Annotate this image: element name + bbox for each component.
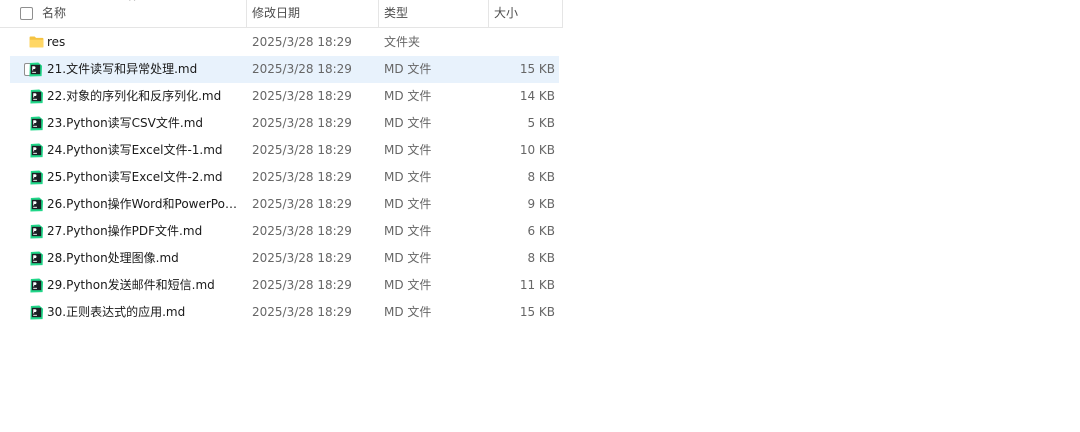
select-all-checkbox[interactable]	[20, 7, 33, 20]
file-modified-date: 2025/3/28 18:29	[252, 251, 352, 265]
file-size: 8 KB	[527, 251, 555, 265]
file-row[interactable]: 29.Python发送邮件和短信.md 2025/3/28 18:29 MD 文件 1…	[0, 272, 563, 299]
md-file-icon	[30, 116, 44, 131]
file-row[interactable]: 25.Python读写Excel文件-2.md 2025/3/28 18:29 MD…	[0, 164, 563, 191]
file-name: res	[47, 35, 66, 49]
file-type: MD 文件	[384, 305, 432, 319]
file-modified-date: 2025/3/28 18:29	[252, 116, 352, 130]
column-divider[interactable]	[488, 0, 489, 27]
file-type: MD 文件	[384, 170, 432, 184]
md-file-icon	[30, 278, 44, 293]
file-modified-date: 2025/3/28 18:29	[252, 62, 352, 76]
file-type: MD 文件	[384, 251, 432, 265]
column-type-header[interactable]: 类型	[384, 0, 484, 27]
file-size: 10 KB	[519, 143, 555, 157]
column-name-header[interactable]: 名称	[42, 0, 242, 27]
file-type: MD 文件	[384, 116, 432, 130]
file-name: 25.Python读写Excel文件-2.md	[47, 170, 223, 184]
file-row[interactable]: res 2025/3/28 18:29 文件夹	[0, 29, 563, 56]
md-file-icon	[30, 89, 44, 104]
file-size: 8 KB	[527, 170, 555, 184]
file-size: 5 KB	[527, 116, 555, 130]
md-file-icon	[30, 251, 44, 266]
file-name: 23.Python读写CSV文件.md	[47, 116, 204, 130]
file-modified-date: 2025/3/28 18:29	[252, 89, 352, 103]
file-name: 26.Python操作Word和PowerPoint...	[47, 197, 237, 211]
file-name: 22.对象的序列化和反序列化.md	[47, 89, 222, 103]
file-row[interactable]: 26.Python操作Word和PowerPoint... 2025/3/28 1…	[0, 191, 563, 218]
file-name: 21.文件读写和异常处理.md	[47, 62, 198, 76]
file-name: 27.Python操作PDF文件.md	[47, 224, 203, 238]
column-name-label: 名称	[42, 6, 67, 20]
file-modified-date: 2025/3/28 18:29	[252, 278, 352, 292]
file-type: MD 文件	[384, 224, 432, 238]
file-size: 15 KB	[519, 62, 555, 76]
column-divider[interactable]	[562, 0, 563, 27]
md-file-icon	[30, 224, 44, 239]
md-file-icon	[30, 170, 44, 185]
column-modified-label: 修改日期	[252, 6, 301, 20]
file-row[interactable]: 22.对象的序列化和反序列化.md 2025/3/28 18:29 MD 文件 14 …	[0, 83, 563, 110]
column-type-label: 类型	[384, 6, 409, 20]
file-row[interactable]: 23.Python读写CSV文件.md 2025/3/28 18:29 MD 文件 5…	[0, 110, 563, 137]
column-divider[interactable]	[378, 0, 379, 27]
file-size: 14 KB	[519, 89, 555, 103]
column-divider[interactable]	[246, 0, 247, 27]
file-modified-date: 2025/3/28 18:29	[252, 224, 352, 238]
file-type: MD 文件	[384, 143, 432, 157]
md-file-icon	[30, 305, 44, 320]
file-row[interactable]: 21.文件读写和异常处理.md 2025/3/28 18:29 MD 文件 15 KB	[10, 56, 559, 83]
column-size-label: 大小	[494, 6, 519, 20]
file-type: MD 文件	[384, 278, 432, 292]
folder-icon	[29, 36, 44, 48]
file-type: MD 文件	[384, 197, 432, 211]
column-modified-header[interactable]: 修改日期	[252, 0, 372, 27]
file-row[interactable]: 28.Python处理图像.md 2025/3/28 18:29 MD 文件 8 KB	[0, 245, 563, 272]
file-size: 9 KB	[527, 197, 555, 211]
file-modified-date: 2025/3/28 18:29	[252, 35, 352, 49]
file-modified-date: 2025/3/28 18:29	[252, 170, 352, 184]
file-modified-date: 2025/3/28 18:29	[252, 197, 352, 211]
file-row[interactable]: 24.Python读写Excel文件-1.md 2025/3/28 18:29 MD…	[0, 137, 563, 164]
column-size-header[interactable]: 大小	[494, 0, 554, 27]
file-name: 28.Python处理图像.md	[47, 251, 179, 265]
file-row[interactable]: 30.正则表达式的应用.md 2025/3/28 18:29 MD 文件 15 KB	[0, 299, 563, 326]
file-modified-date: 2025/3/28 18:29	[252, 305, 352, 319]
file-name: 30.正则表达式的应用.md	[47, 305, 186, 319]
file-modified-date: 2025/3/28 18:29	[252, 143, 352, 157]
file-type: MD 文件	[384, 89, 432, 103]
file-size: 6 KB	[527, 224, 555, 238]
file-name: 29.Python发送邮件和短信.md	[47, 278, 215, 292]
md-file-icon	[29, 62, 43, 77]
file-name: 24.Python读写Excel文件-1.md	[47, 143, 223, 157]
sort-ascending-icon: ^	[128, 0, 137, 8]
md-file-icon	[30, 143, 44, 158]
file-type: 文件夹	[384, 35, 421, 49]
file-row[interactable]: 27.Python操作PDF文件.md 2025/3/28 18:29 MD 文件 6…	[0, 218, 563, 245]
md-file-icon	[30, 197, 44, 212]
file-type: MD 文件	[384, 62, 432, 76]
file-size: 11 KB	[519, 278, 555, 292]
file-size: 15 KB	[519, 305, 555, 319]
column-header: 名称 ^ 修改日期 类型 大小	[0, 0, 563, 28]
